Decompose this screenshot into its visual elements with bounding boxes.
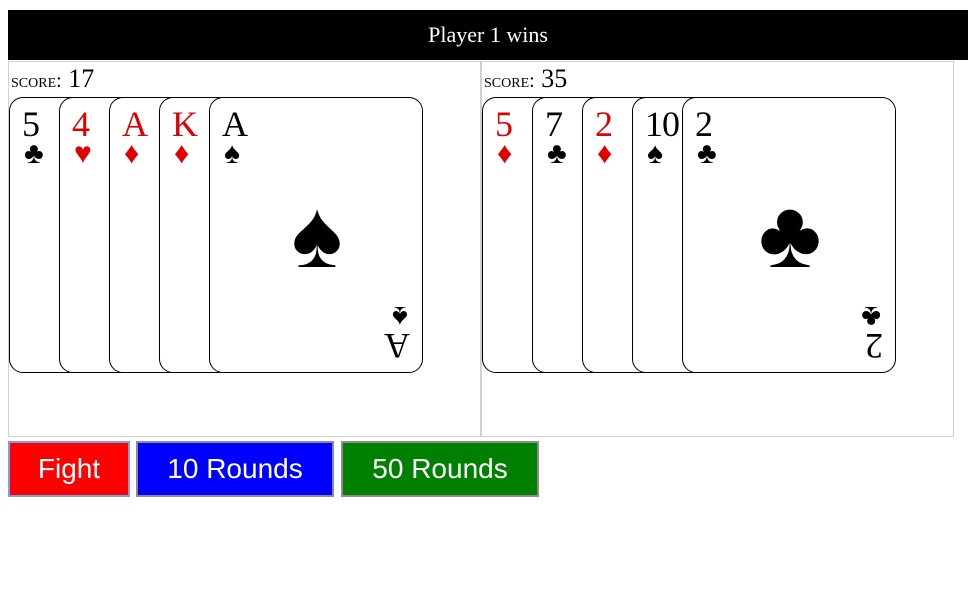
player-1-score: SCORE: 17 (11, 66, 94, 94)
card-corner-top: 4 ♥ (72, 106, 112, 170)
score-value: 17 (68, 64, 95, 93)
card-suit-icon: ♠ (224, 137, 240, 170)
player-1-panel: SCORE: 17 5 ♣ 4 ♥ A ♦ K ♦ A ♠ ♠ A ♠ (8, 61, 481, 437)
card-corner-top: 5 ♦ (495, 106, 535, 170)
card-suit-icon: ♣ (861, 300, 881, 333)
card-suit-icon: ♠ (392, 300, 408, 333)
player-2-score: SCORE: 35 (484, 66, 567, 94)
card-suit-icon: ♣ (697, 137, 717, 170)
card-corner-top: A ♦ (122, 106, 162, 170)
fight-button[interactable]: Fight (8, 441, 130, 497)
card-suit-icon: ♦ (124, 137, 140, 170)
card-suit-icon: ♣ (24, 137, 44, 170)
card-corner-top: 2 ♣ (695, 106, 735, 170)
fifty-rounds-button[interactable]: 50 Rounds (341, 441, 539, 497)
card-corner-bottom: 2 ♣ (843, 300, 883, 366)
card-rank: A (385, 326, 410, 366)
card-suit-icon: ♦ (497, 137, 513, 170)
card-suit-icon: ♣ (547, 137, 567, 170)
card-rank: 2 (866, 326, 883, 366)
ten-rounds-button[interactable]: 10 Rounds (136, 441, 334, 497)
card-corner-top: 10 ♠ (645, 106, 685, 170)
score-label: SCORE: (484, 70, 535, 92)
score-label: SCORE: (11, 70, 62, 92)
player-2-panel: SCORE: 35 5 ♦ 7 ♣ 2 ♦ 10 ♠ 2 ♣ ♣ 2 ♣ (481, 61, 954, 437)
card-suit-icon: ♦ (174, 137, 190, 170)
playing-card: 2 ♣ ♣ 2 ♣ (682, 97, 896, 373)
card-corner-top: 2 ♦ (595, 106, 635, 170)
card-corner-top: A ♠ (222, 106, 262, 170)
card-corner-bottom: A ♠ (370, 300, 410, 366)
score-value: 35 (541, 64, 568, 93)
playing-card: A ♠ ♠ A ♠ (209, 97, 423, 373)
card-center-suit-icon: ♣ (758, 181, 822, 288)
card-corner-top: 7 ♣ (545, 106, 585, 170)
card-suit-icon: ♥ (74, 137, 92, 170)
result-text: Player 1 wins (428, 22, 548, 47)
card-suit-icon: ♠ (647, 137, 663, 170)
result-banner: Player 1 wins (8, 10, 968, 60)
card-corner-top: K ♦ (172, 106, 212, 170)
card-corner-top: 5 ♣ (22, 106, 62, 170)
card-center-suit-icon: ♠ (291, 181, 343, 288)
card-suit-icon: ♦ (597, 137, 613, 170)
